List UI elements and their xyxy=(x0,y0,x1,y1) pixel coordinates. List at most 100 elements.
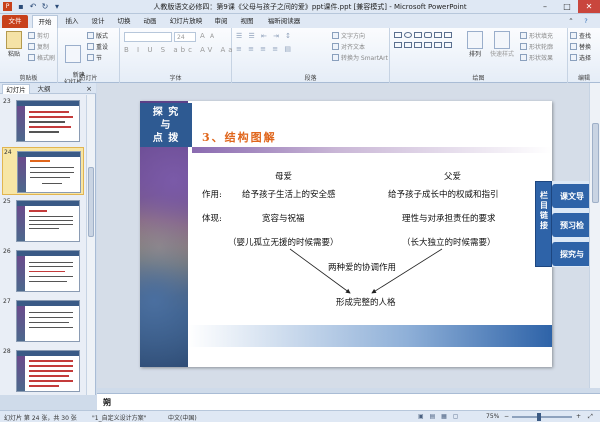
paste-button[interactable]: 粘贴 xyxy=(3,31,25,58)
tab-view[interactable]: 视图 xyxy=(236,15,258,28)
title-bar: P ▪ ↶ ↻ ▾ 人教版语文必修四：第9课《父母与孩子之间的爱》ppt课件.p… xyxy=(0,0,600,14)
tab-transitions[interactable]: 切换 xyxy=(112,15,136,28)
undo-icon[interactable]: ↶ xyxy=(28,2,38,12)
find-button[interactable]: 查找 xyxy=(570,32,591,41)
copy-button[interactable]: 复制 xyxy=(28,43,49,52)
slide-thumbnail-27[interactable]: 27 xyxy=(2,297,84,345)
tab-home[interactable]: 开始 xyxy=(32,15,58,28)
shape-fill-label: 形状填充 xyxy=(529,33,554,40)
customize-toolbar-icon[interactable]: ▾ xyxy=(52,2,62,12)
smartart-button[interactable]: 转换为 SmartArt xyxy=(332,54,388,63)
shrink-font-icon[interactable]: A xyxy=(210,33,214,40)
maximize-button[interactable]: □ xyxy=(556,0,578,13)
side-nav-tabs: 课文导 预习检 探究与 xyxy=(552,181,589,267)
slide-number: 28 xyxy=(3,348,11,355)
align-text-button[interactable]: 对齐文本 xyxy=(332,43,365,52)
copy-icon xyxy=(28,43,35,50)
select-button[interactable]: 选择 xyxy=(570,54,591,63)
slide-thumbnail-23[interactable]: 23 xyxy=(2,97,84,145)
nav-tab-explore[interactable]: 探究与 xyxy=(552,242,589,266)
font-size-box[interactable]: 24 xyxy=(174,32,196,42)
slides-group: 新建 幻灯片 版式 重设 节 幻灯片 xyxy=(58,28,120,86)
help-icon[interactable]: ? xyxy=(580,15,592,28)
slide-thumbnail-25[interactable]: 25 xyxy=(2,197,84,245)
tab-foxit-reader[interactable]: 福昕阅读器 xyxy=(262,15,306,28)
status-bar: 幻灯片 第 24 张，共 30 张 "1_自定义设计方案" 中文(中国) ▣ ▤… xyxy=(0,410,600,422)
font-format-icons[interactable]: B I U S abc AV Aa xyxy=(124,46,236,54)
column-links-panel: 栏目链接 xyxy=(535,181,552,267)
slides-pane: 幻灯片 大纲 × 23 24 25 26 27 28 xyxy=(0,83,96,395)
zoom-out-icon[interactable]: − xyxy=(504,413,509,420)
list-icons[interactable]: ☰ ☰ ⇤ ⇥ ↕ xyxy=(236,32,293,40)
quick-styles-button[interactable]: 快速样式 xyxy=(488,31,516,58)
tab-outline-pane[interactable]: 大纲 xyxy=(32,84,56,94)
notes-text[interactable]: 朔 xyxy=(103,397,111,408)
canvas-scrollbar-thumb[interactable] xyxy=(592,123,599,203)
align-icons[interactable]: ≡ ≡ ≡ ≡ ▤ xyxy=(236,45,293,53)
slide-24[interactable]: 探 究 与 点 拨 3、结构图解 母爱 父爱 作用: 给予孩子生活上的安全感 给… xyxy=(140,101,552,367)
font-name-box[interactable] xyxy=(124,32,172,42)
pane-scrollbar-thumb[interactable] xyxy=(88,167,94,237)
window-title: 人教版语文必修四：第9课《父母与孩子之间的爱》ppt课件.ppt [兼容模式] … xyxy=(153,3,467,11)
zoom-slider[interactable] xyxy=(512,413,572,421)
tab-slides-pane[interactable]: 幻灯片 xyxy=(2,84,30,94)
scissors-icon xyxy=(28,32,35,39)
canvas-scrollbar[interactable] xyxy=(589,83,600,388)
minimize-ribbon-icon[interactable]: ⌃ xyxy=(566,15,576,28)
theme-name[interactable]: "1_自定义设计方案" xyxy=(92,413,146,422)
rectangle-shape-icon xyxy=(394,32,402,38)
right-arrow xyxy=(371,248,443,294)
notes-pane[interactable]: 朔 xyxy=(97,393,600,410)
language-indicator[interactable]: 中文(中国) xyxy=(168,413,197,422)
view-buttons-icon[interactable]: ▣ ▤ ▦ ▢ xyxy=(418,413,460,420)
paragraph-group: ☰ ☰ ⇤ ⇥ ↕ ≡ ≡ ≡ ≡ ▤ 文字方向 对齐文本 转换为 SmartA… xyxy=(232,28,390,83)
shape-effects-button[interactable]: 形状效果 xyxy=(520,54,553,63)
tab-review[interactable]: 审阅 xyxy=(210,15,232,28)
reset-label: 重设 xyxy=(96,44,109,51)
slide-number: 25 xyxy=(3,198,11,205)
save-icon[interactable]: ▪ xyxy=(16,2,26,12)
replace-button[interactable]: 替换 xyxy=(570,43,591,52)
nav-tab-preview-check[interactable]: 预习检 xyxy=(552,213,589,237)
copy-label: 复制 xyxy=(37,44,50,51)
minimize-button[interactable]: – xyxy=(534,0,556,13)
arrange-button[interactable]: 排列 xyxy=(464,31,486,58)
slide-number: 23 xyxy=(3,98,11,105)
close-button[interactable]: ✕ xyxy=(578,0,600,13)
pane-scrollbar[interactable] xyxy=(86,95,95,395)
grow-font-icon[interactable]: A xyxy=(200,32,205,40)
text-direction-label: 文字方向 xyxy=(341,33,366,40)
zoom-level[interactable]: 75% xyxy=(486,413,499,420)
more-shapes-icon xyxy=(444,42,452,48)
left-arrow xyxy=(289,248,351,294)
select-label: 选择 xyxy=(579,55,592,62)
text-direction-button[interactable]: 文字方向 xyxy=(332,32,365,41)
slide-thumbnail-26[interactable]: 26 xyxy=(2,247,84,295)
tab-animations[interactable]: 动画 xyxy=(138,15,162,28)
cut-button[interactable]: 剪切 xyxy=(28,32,49,41)
redo-icon[interactable]: ↻ xyxy=(40,2,50,12)
tab-insert[interactable]: 插入 xyxy=(60,15,84,28)
cursor-icon xyxy=(570,54,577,61)
slide-thumbnail-24[interactable]: 24 xyxy=(2,147,84,195)
layout-button[interactable]: 版式 xyxy=(87,32,108,41)
shape-fill-button[interactable]: 形状填充 xyxy=(520,32,553,41)
close-pane-icon[interactable]: × xyxy=(85,84,93,94)
tab-design[interactable]: 设计 xyxy=(86,15,110,28)
arrange-icon xyxy=(467,31,483,49)
tab-file[interactable]: 文件 xyxy=(2,15,28,28)
zoom-slider-knob[interactable] xyxy=(537,413,541,421)
shape-effects-label: 形状效果 xyxy=(529,55,554,62)
shapes-gallery[interactable] xyxy=(394,32,460,62)
arrange-label: 排列 xyxy=(468,51,481,58)
section-button[interactable]: 节 xyxy=(87,54,102,63)
reset-button[interactable]: 重设 xyxy=(87,43,108,52)
format-painter-button[interactable]: 格式刷 xyxy=(28,54,55,63)
shape-outline-button[interactable]: 形状轮廓 xyxy=(520,43,553,52)
nav-tab-text-intro[interactable]: 课文导 xyxy=(552,184,589,208)
fit-to-window-icon[interactable]: ⤢ xyxy=(588,413,593,421)
clipboard-group: 粘贴 剪切 复制 格式刷 剪贴板 xyxy=(0,28,58,83)
zoom-in-icon[interactable]: + xyxy=(576,413,581,420)
slide-thumbnail-28[interactable]: 28 xyxy=(2,347,84,395)
tab-slideshow[interactable]: 幻灯片放映 xyxy=(166,15,206,28)
